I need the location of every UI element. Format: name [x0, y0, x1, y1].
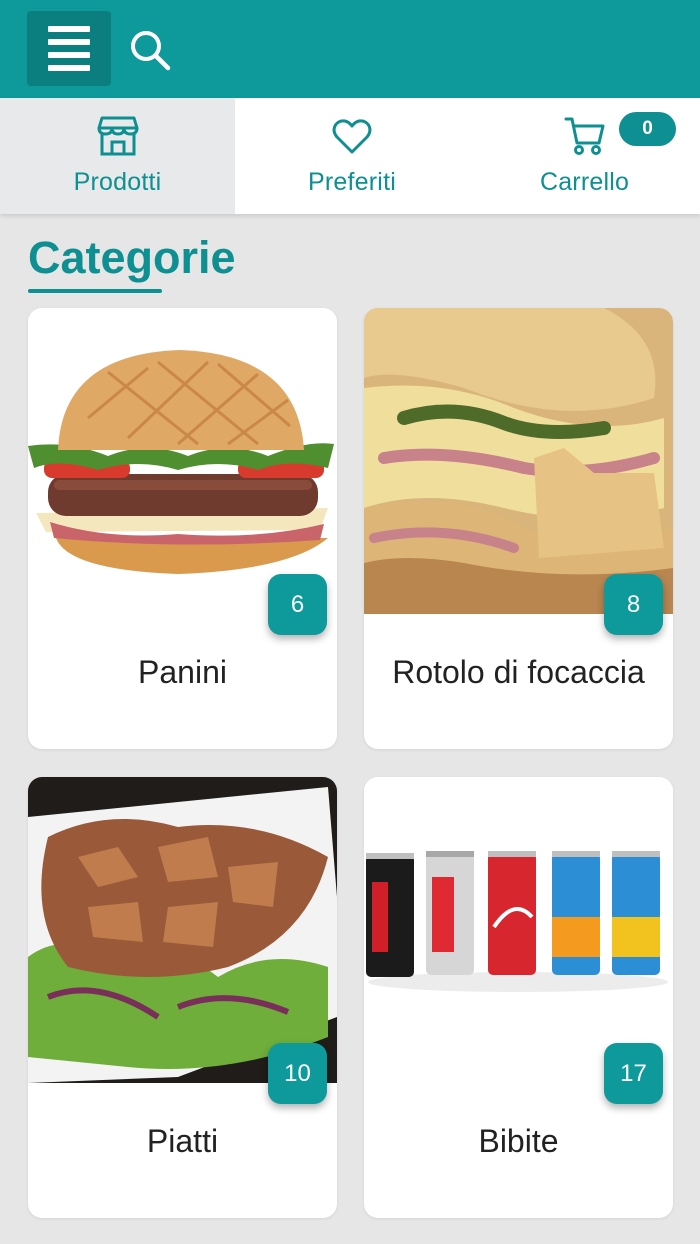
- tab-bar: Prodotti Preferiti Carrello 0: [0, 98, 700, 214]
- kebab-plate-image: [28, 777, 337, 1083]
- hamburger-bar: [48, 52, 90, 58]
- category-card-piatti[interactable]: 10 Piatti: [28, 777, 337, 1218]
- category-name: Bibite: [478, 1123, 559, 1159]
- store-icon: [97, 116, 138, 156]
- cart-icon: [564, 117, 604, 155]
- tab-label: Preferiti: [308, 168, 396, 196]
- title-underline: [28, 289, 162, 293]
- top-app-bar: [0, 0, 700, 98]
- focaccia-roll-image: [364, 308, 673, 614]
- category-name: Panini: [138, 654, 227, 690]
- hamburger-bar: [48, 65, 90, 71]
- page-title: Categorie: [28, 232, 236, 283]
- search-button[interactable]: [126, 26, 174, 74]
- menu-button[interactable]: [27, 11, 111, 86]
- cart-count-badge: 0: [619, 112, 676, 146]
- category-card-rotolo-di-focaccia[interactable]: 8 Rotolo di focaccia: [364, 308, 673, 749]
- tab-prodotti[interactable]: Prodotti: [0, 98, 235, 214]
- heart-icon: [332, 119, 372, 154]
- category-name: Piatti: [146, 1123, 219, 1159]
- tab-label: Prodotti: [73, 168, 162, 196]
- burger-image: [28, 308, 337, 614]
- product-count-badge: 10: [268, 1043, 327, 1104]
- soda-cans-image: [364, 777, 673, 1083]
- category-name: Rotolo di focaccia: [392, 654, 645, 690]
- tab-preferiti[interactable]: Preferiti: [235, 98, 469, 214]
- tab-carrello[interactable]: Carrello 0: [469, 98, 700, 214]
- hamburger-menu-icon: [48, 26, 90, 32]
- category-card-bibite[interactable]: 17 Bibite: [364, 777, 673, 1218]
- product-count-badge: 6: [268, 574, 327, 635]
- product-count-badge: 17: [604, 1043, 663, 1104]
- tab-label: Carrello: [539, 168, 630, 196]
- category-card-panini[interactable]: 6 Panini: [28, 308, 337, 749]
- search-icon: [131, 31, 171, 71]
- product-count-badge: 8: [604, 574, 663, 635]
- hamburger-bar: [48, 39, 90, 45]
